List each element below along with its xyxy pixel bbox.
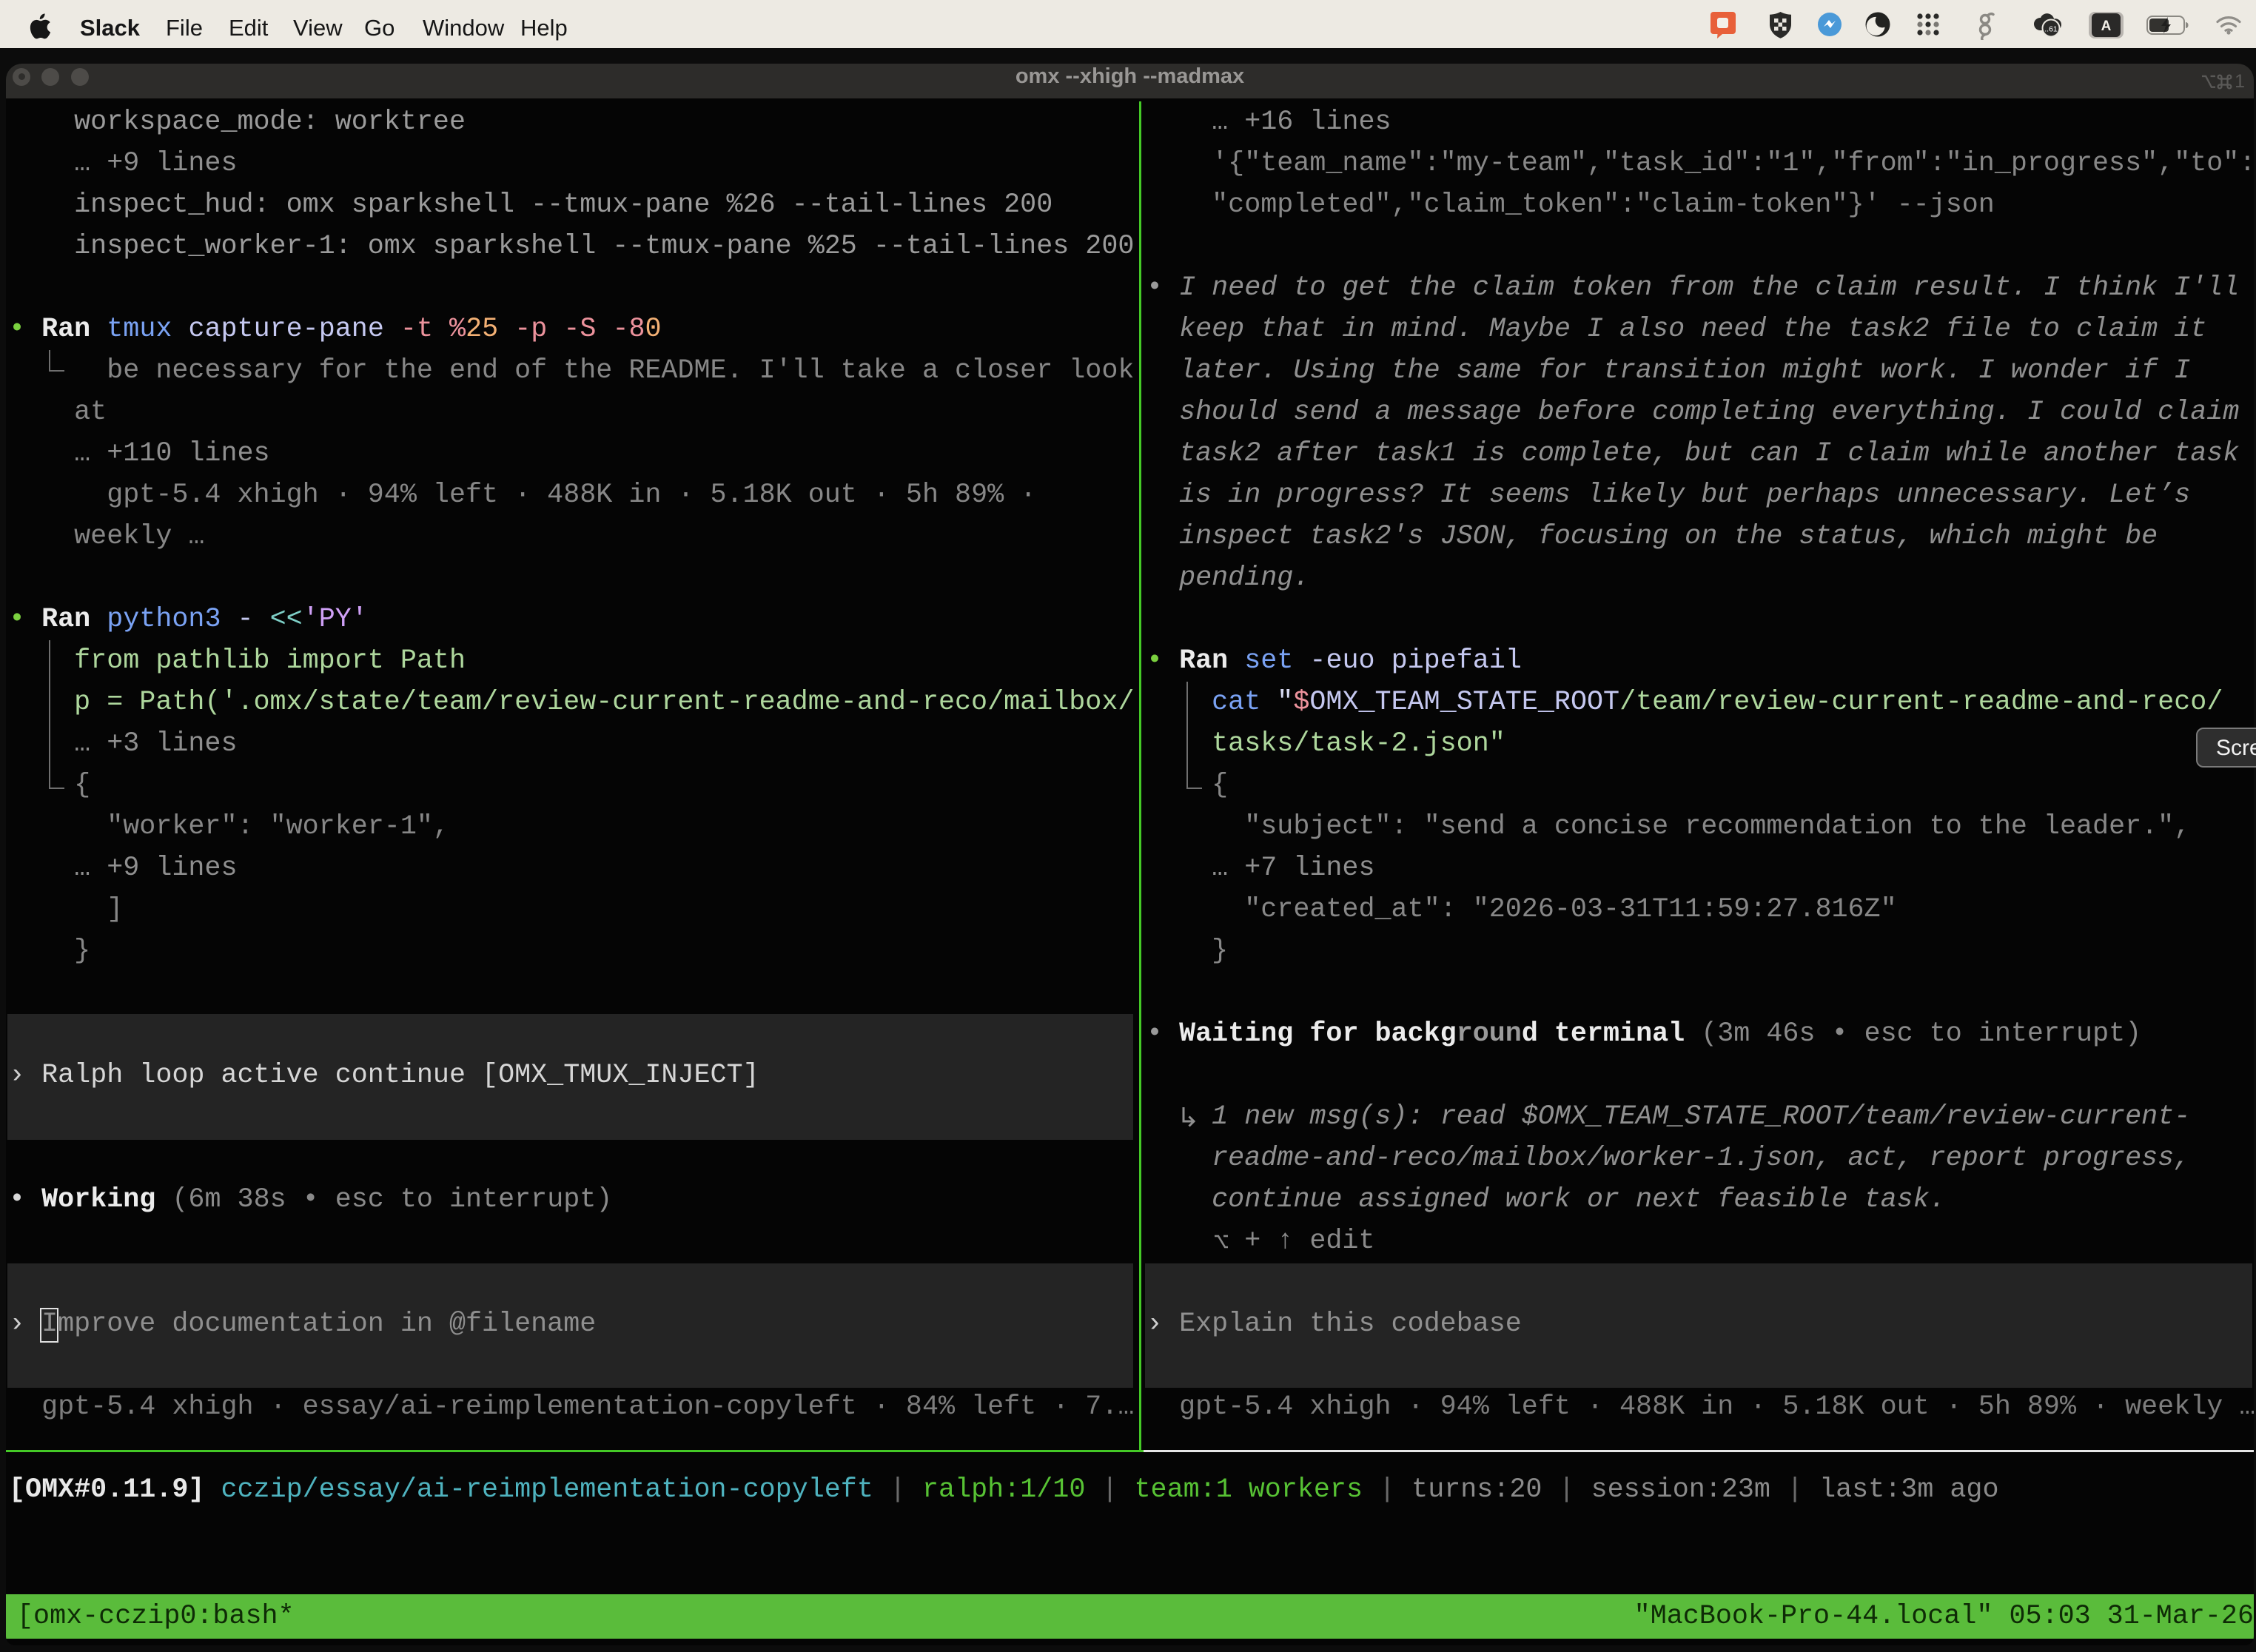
svg-text:..61: ..61 [2044, 25, 2058, 34]
svg-text:A: A [2101, 19, 2112, 34]
